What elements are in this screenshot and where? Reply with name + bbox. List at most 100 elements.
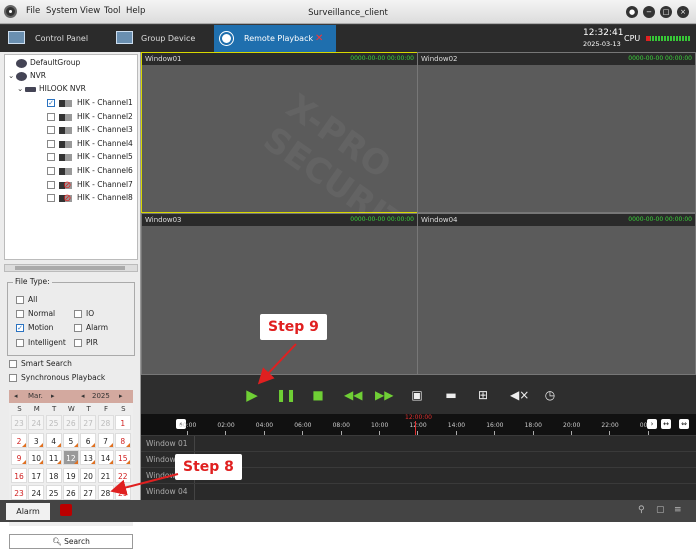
tree-item-channel2[interactable]: HIK - Channel2 bbox=[47, 110, 133, 123]
timeline-track[interactable]: Window 04 bbox=[141, 483, 696, 500]
alarm-icon[interactable] bbox=[60, 504, 72, 516]
calendar-day[interactable]: 23 bbox=[11, 415, 27, 430]
checkbox[interactable] bbox=[74, 339, 82, 347]
calendar-day[interactable]: 12 bbox=[62, 450, 79, 465]
checkbox[interactable] bbox=[74, 324, 82, 332]
calendar-day[interactable]: 22 bbox=[114, 467, 131, 483]
tree-item-defaultgroup[interactable]: DefaultGroup bbox=[8, 56, 80, 69]
filetype-pir[interactable]: PIR bbox=[74, 338, 98, 348]
fast-forward-icon[interactable]: ▶▶ bbox=[375, 387, 393, 403]
calendar-day[interactable]: 14 bbox=[97, 450, 114, 465]
playback-window-04[interactable]: Window04 0000-00-00 00:00:00 bbox=[417, 213, 696, 375]
prev-year-icon[interactable]: ◂ bbox=[81, 390, 85, 403]
checkbox[interactable] bbox=[16, 324, 24, 332]
timeline-ruler[interactable]: ‹ 00:00 02:00 04:00 06:00 08:00 10:00 12:00 14:… bbox=[141, 414, 696, 435]
calendar-day[interactable]: 24 bbox=[28, 485, 45, 500]
calendar-day[interactable]: 28 bbox=[97, 415, 114, 430]
single-window-icon[interactable]: ▬ bbox=[443, 387, 459, 403]
checkbox[interactable] bbox=[16, 296, 24, 304]
checkbox[interactable] bbox=[74, 310, 82, 318]
tree-item-channel3[interactable]: HIK - Channel3 bbox=[47, 123, 133, 136]
frame-capture-icon[interactable]: ▣ bbox=[409, 387, 425, 403]
chevron-down-icon[interactable]: ⌄ bbox=[8, 69, 16, 82]
minimize-icon[interactable]: − bbox=[643, 6, 655, 18]
smart-search-option[interactable]: Smart Search bbox=[9, 359, 72, 368]
tree-item-channel1[interactable]: HIK - Channel1 bbox=[47, 96, 133, 109]
calendar-day[interactable]: 6 bbox=[80, 432, 97, 448]
channel-checkbox[interactable] bbox=[47, 167, 55, 175]
checkbox[interactable] bbox=[16, 339, 24, 347]
tree-item-channel7[interactable]: HIK - Channel7 bbox=[47, 178, 133, 192]
playback-window-02[interactable]: Window02 0000-00-00 00:00:00 bbox=[417, 52, 696, 213]
calendar-day[interactable]: 26 bbox=[62, 415, 79, 430]
calendar-day[interactable]: 13 bbox=[80, 450, 97, 465]
calendar-day[interactable]: 16 bbox=[11, 467, 27, 483]
filetype-io[interactable]: IO bbox=[74, 309, 94, 319]
tree-item-channel6[interactable]: HIK - Channel6 bbox=[47, 164, 133, 177]
synchronous-playback-option[interactable]: Synchronous Playback bbox=[9, 373, 105, 382]
channel-checkbox[interactable] bbox=[47, 99, 55, 107]
calendar-day[interactable]: 15 bbox=[114, 450, 131, 465]
search-button[interactable]: 🔍︎ Search bbox=[9, 534, 133, 549]
calendar-day[interactable]: 2 bbox=[11, 432, 27, 448]
pause-icon[interactable]: ❚❚ bbox=[276, 387, 296, 403]
close-icon[interactable]: × bbox=[677, 6, 689, 18]
tree-item-channel4[interactable]: HIK - Channel4 bbox=[47, 137, 133, 150]
slow-down-icon[interactable]: ◀◀ bbox=[344, 387, 362, 403]
calendar-day[interactable]: 18 bbox=[45, 467, 62, 483]
current-time-marker[interactable] bbox=[415, 421, 416, 435]
playback-window-03[interactable]: Window03 0000-00-00 00:00:00 bbox=[141, 213, 418, 375]
channel-checkbox[interactable] bbox=[47, 194, 55, 202]
calendar-day[interactable]: 25 bbox=[45, 485, 62, 500]
chevron-down-icon[interactable]: ⌄ bbox=[17, 82, 25, 95]
timeline-fit-icon[interactable]: ⇔ bbox=[679, 419, 689, 429]
calendar-day[interactable]: 9 bbox=[11, 450, 27, 465]
menu-icon[interactable]: ≡ bbox=[674, 505, 682, 515]
calendar-day[interactable]: 19 bbox=[62, 467, 79, 483]
calendar-day[interactable]: 29 bbox=[114, 485, 131, 500]
maximize-icon[interactable]: □ bbox=[660, 6, 672, 18]
channel-checkbox[interactable] bbox=[47, 140, 55, 148]
calendar-day[interactable]: 5 bbox=[62, 432, 79, 448]
checkbox[interactable] bbox=[9, 374, 17, 382]
timeline-next-icon[interactable]: › bbox=[647, 419, 657, 429]
next-month-icon[interactable]: ▸ bbox=[51, 390, 55, 403]
filetype-motion[interactable]: Motion bbox=[16, 323, 53, 333]
tree-item-channel5[interactable]: HIK - Channel5 bbox=[47, 150, 133, 163]
clock-icon[interactable]: ◷ bbox=[542, 387, 558, 403]
grid-layout-icon[interactable]: ⊞ bbox=[475, 387, 491, 403]
filetype-all[interactable]: All bbox=[16, 295, 37, 305]
calendar-day[interactable]: 10 bbox=[28, 450, 45, 465]
calendar-day[interactable]: 25 bbox=[45, 415, 62, 430]
calendar-day[interactable]: 7 bbox=[97, 432, 114, 448]
tab-remote-playback[interactable]: Remote Playback ✕ bbox=[214, 25, 336, 52]
calendar-day[interactable]: 28 bbox=[97, 485, 114, 500]
calendar-day[interactable]: 4 bbox=[45, 432, 62, 448]
calendar-day[interactable]: 17 bbox=[28, 467, 45, 483]
filetype-normal[interactable]: Normal bbox=[16, 309, 55, 319]
calendar-day[interactable]: 24 bbox=[28, 415, 45, 430]
checkbox[interactable] bbox=[16, 310, 24, 318]
play-icon[interactable]: ▶ bbox=[244, 387, 260, 403]
calendar-day[interactable]: 1 bbox=[114, 415, 131, 430]
mute-icon[interactable]: ◀× bbox=[510, 387, 529, 403]
tab-close-icon[interactable]: ✕ bbox=[315, 25, 323, 52]
calendar-day[interactable]: 26 bbox=[62, 485, 79, 500]
calendar-day[interactable]: 20 bbox=[80, 467, 97, 483]
channel-checkbox[interactable] bbox=[47, 153, 55, 161]
filetype-intelligent[interactable]: Intelligent bbox=[16, 338, 66, 348]
channel-checkbox[interactable] bbox=[47, 181, 55, 189]
calendar-day[interactable]: 11 bbox=[45, 450, 62, 465]
calendar-day[interactable]: 3 bbox=[28, 432, 45, 448]
timeline-zoom-icon[interactable]: ↔ bbox=[661, 419, 671, 429]
lock-icon[interactable]: ● bbox=[626, 6, 638, 18]
tab-control-panel[interactable]: Control Panel bbox=[0, 25, 105, 52]
channel-checkbox[interactable] bbox=[47, 113, 55, 121]
tree-item-hilook-nvr[interactable]: ⌄ HILOOK NVR bbox=[17, 82, 86, 95]
next-year-icon[interactable]: ▸ bbox=[119, 390, 123, 403]
playback-window-01[interactable]: Window01 0000-00-00 00:00:00 X-PRO SECURI… bbox=[141, 52, 432, 259]
tree-horizontal-scrollbar[interactable] bbox=[4, 264, 138, 272]
channel-checkbox[interactable] bbox=[47, 126, 55, 134]
calendar-day[interactable]: 27 bbox=[80, 415, 97, 430]
tree-item-channel8[interactable]: HIK - Channel8 bbox=[47, 191, 133, 205]
